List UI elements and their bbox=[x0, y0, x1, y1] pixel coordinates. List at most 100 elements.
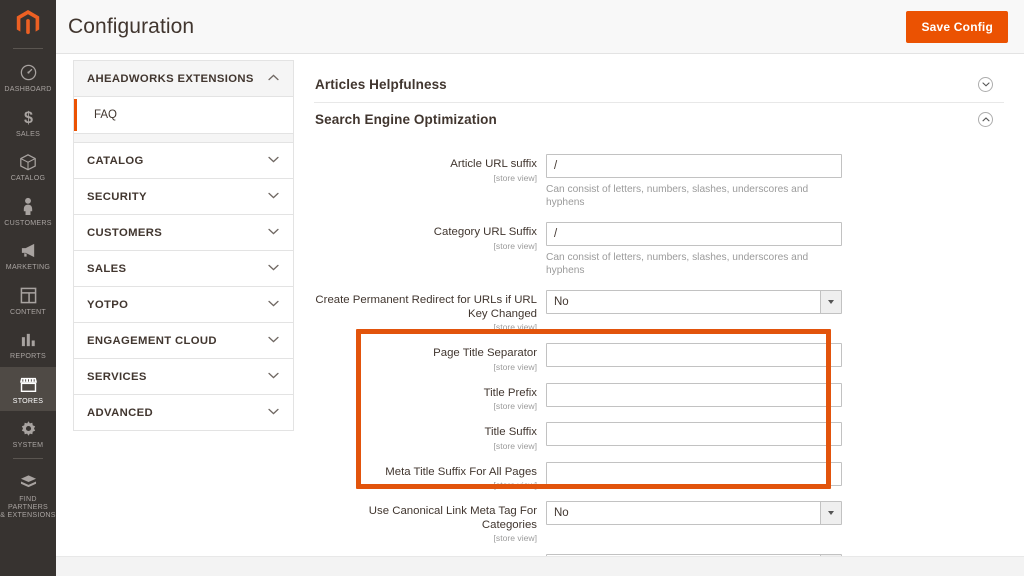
field-scope: [store view] bbox=[493, 440, 537, 451]
field-label: Title Suffix bbox=[484, 426, 537, 438]
nav-section-security[interactable]: SECURITY bbox=[74, 179, 293, 215]
nav-section-catalog[interactable]: CATALOG bbox=[74, 143, 293, 179]
field-control-col bbox=[546, 382, 842, 407]
canonical-articles-select[interactable]: No bbox=[546, 554, 842, 556]
field-label: Meta Title Suffix For All Pages bbox=[385, 465, 537, 478]
select-dropdown-button[interactable] bbox=[820, 502, 841, 524]
field-label-col: Use Canonical Link Meta Tag For Categori… bbox=[314, 501, 546, 543]
create-permanent-redirect-select[interactable]: No bbox=[546, 290, 842, 314]
field-scope: [store view] bbox=[493, 480, 537, 490]
layout-icon bbox=[20, 285, 37, 306]
canonical-categories-select[interactable]: No bbox=[546, 501, 842, 525]
section-search-engine-optimization[interactable]: Search Engine Optimization bbox=[314, 103, 1004, 137]
chevron-up-icon bbox=[268, 74, 279, 84]
nav-section-label: AHEADWORKS EXTENSIONS bbox=[87, 72, 254, 85]
chevron-down-icon bbox=[268, 228, 279, 238]
nav-section-label: SALES bbox=[87, 262, 127, 275]
field-label: Category URL Suffix bbox=[433, 226, 537, 238]
nav-section-services[interactable]: SERVICES bbox=[74, 359, 293, 395]
field-label-col: Title Prefix [store view] bbox=[314, 383, 546, 412]
rail-label: CONTENT bbox=[9, 307, 47, 316]
rail-item-marketing[interactable]: MARKETING bbox=[0, 233, 56, 278]
nav-section-label: ENGAGEMENT CLOUD bbox=[87, 334, 217, 347]
field-scope: [store view] bbox=[493, 172, 537, 183]
nav-section-label: CATALOG bbox=[87, 154, 144, 167]
config-content: Articles Helpfulness Search Engine Optim… bbox=[294, 54, 1024, 556]
rail-label: FIND PARTNERS & EXTENSIONS bbox=[0, 494, 56, 519]
rail-item-find-partners-extensions[interactable]: FIND PARTNERS & EXTENSIONS bbox=[0, 465, 56, 526]
admin-page: DASHBOARD $ SALES CATALOG CUSTOMERS MARK… bbox=[0, 0, 1024, 576]
save-config-button[interactable]: Save Config bbox=[906, 10, 1008, 43]
page-title: Configuration bbox=[68, 14, 195, 38]
rail-divider-2 bbox=[13, 457, 43, 459]
field-control-col bbox=[546, 343, 842, 367]
field-label: Use Canonical Link Meta Tag For Categori… bbox=[368, 505, 537, 531]
caret-down-icon bbox=[828, 300, 834, 304]
select-wrapper: No bbox=[546, 554, 842, 556]
field-label-col: Meta Title Suffix For All Pages [store v… bbox=[314, 462, 546, 491]
field-control-col: No bbox=[546, 290, 842, 314]
field-row-article-url-suffix: Article URL suffix [store view] Can cons… bbox=[314, 154, 1004, 209]
rail-item-system[interactable]: SYSTEM bbox=[0, 411, 56, 456]
body-columns: AHEADWORKS EXTENSIONS FAQ CATALOG SECURI… bbox=[56, 54, 1024, 556]
sidebar-item-faq[interactable]: FAQ bbox=[74, 99, 293, 131]
select-dropdown-button[interactable] bbox=[820, 291, 841, 313]
field-label-col: Create Permanent Redirect for URLs if UR… bbox=[314, 290, 546, 332]
field-row-title-suffix: Title Suffix [store view] bbox=[314, 422, 1004, 451]
field-row-canonical-categories: Use Canonical Link Meta Tag For Categori… bbox=[314, 501, 1004, 543]
nav-section-label: ADVANCED bbox=[87, 406, 153, 419]
select-value: No bbox=[554, 296, 569, 308]
field-label: Create Permanent Redirect for URLs if UR… bbox=[315, 294, 537, 320]
dollar-icon: $ bbox=[20, 107, 37, 128]
field-control-col bbox=[546, 422, 842, 446]
nav-section-aheadworks-extensions[interactable]: AHEADWORKS EXTENSIONS bbox=[74, 61, 293, 97]
nav-section-label: SECURITY bbox=[87, 190, 147, 203]
page-header: Configuration Save Config bbox=[56, 0, 1024, 54]
nav-section-sales[interactable]: SALES bbox=[74, 251, 293, 287]
nav-section-engagement-cloud[interactable]: ENGAGEMENT CLOUD bbox=[74, 323, 293, 359]
nav-accordion: AHEADWORKS EXTENSIONS FAQ CATALOG SECURI… bbox=[73, 60, 294, 431]
nav-subitems: FAQ bbox=[74, 97, 293, 134]
field-control-col: Can consist of letters, numbers, slashes… bbox=[546, 154, 842, 209]
title-prefix-input[interactable] bbox=[546, 382, 842, 407]
chevron-down-icon bbox=[268, 264, 279, 274]
rail-label: SYSTEM bbox=[12, 441, 44, 449]
field-scope: [store view] bbox=[493, 401, 537, 411]
chevron-down-icon bbox=[268, 300, 279, 310]
category-url-suffix-input[interactable] bbox=[546, 222, 842, 246]
nav-section-customers[interactable]: CUSTOMERS bbox=[74, 215, 293, 251]
field-label: Title Prefix bbox=[483, 386, 537, 399]
title-suffix-input[interactable] bbox=[546, 422, 842, 446]
rail-item-dashboard[interactable]: DASHBOARD bbox=[0, 55, 56, 100]
chevron-down-circle-icon[interactable] bbox=[978, 77, 993, 92]
rail-item-stores[interactable]: STORES bbox=[0, 366, 56, 411]
nav-section-label: SERVICES bbox=[87, 370, 147, 383]
rail-divider bbox=[13, 48, 43, 49]
meta-title-suffix-input[interactable] bbox=[546, 461, 842, 486]
nav-section-advanced[interactable]: ADVANCED bbox=[74, 395, 293, 431]
rail-item-catalog[interactable]: CATALOG bbox=[0, 144, 56, 189]
nav-section-label: CUSTOMERS bbox=[87, 226, 163, 239]
chevron-down-icon bbox=[268, 408, 279, 418]
rail-item-customers[interactable]: CUSTOMERS bbox=[0, 189, 56, 234]
article-url-suffix-input[interactable] bbox=[546, 154, 842, 178]
seo-form: Article URL suffix [store view] Can cons… bbox=[314, 137, 1004, 556]
rail-item-sales[interactable]: $ SALES bbox=[0, 100, 56, 145]
field-label-col: Use Canonical Link Meta Tag For Articles… bbox=[314, 554, 546, 556]
nav-section-yotpo[interactable]: YOTPO bbox=[74, 287, 293, 323]
field-scope: [store view] bbox=[493, 361, 537, 372]
section-articles-helpfulness[interactable]: Articles Helpfulness bbox=[314, 68, 1004, 103]
page-title-separator-input[interactable] bbox=[546, 343, 842, 367]
nav-section-label: YOTPO bbox=[87, 298, 129, 311]
select-dropdown-button[interactable] bbox=[820, 555, 841, 556]
rail-item-reports[interactable]: REPORTS bbox=[0, 322, 56, 367]
rail-label: CATALOG bbox=[10, 174, 46, 182]
magento-logo-icon[interactable] bbox=[0, 0, 56, 46]
rail-label: STORES bbox=[12, 396, 44, 405]
field-row-page-title-separator: Page Title Separator [store view] bbox=[314, 343, 1004, 372]
rail-item-content[interactable]: CONTENT bbox=[0, 278, 56, 323]
nav-gap bbox=[74, 134, 293, 143]
chevron-down-icon bbox=[268, 336, 279, 346]
chevron-up-circle-icon[interactable] bbox=[978, 112, 993, 127]
field-row-meta-title-suffix: Meta Title Suffix For All Pages [store v… bbox=[314, 461, 1004, 491]
